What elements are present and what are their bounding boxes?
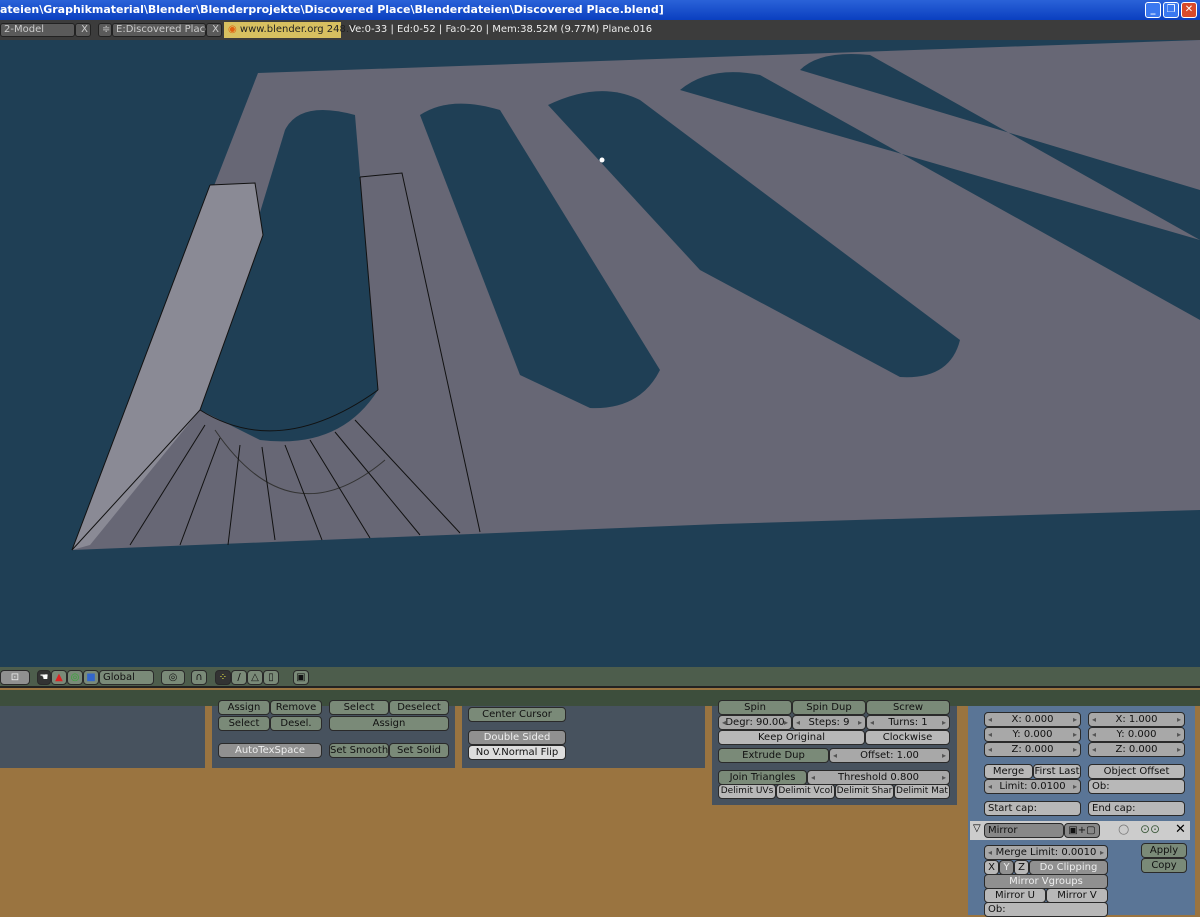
move-up-down-icons[interactable]: ⊙⊙ xyxy=(1140,822,1160,836)
vgroup-select-button[interactable]: Select xyxy=(218,716,270,731)
3d-viewport[interactable] xyxy=(0,40,1200,667)
snap-magnet-icon[interactable]: ∩ xyxy=(191,670,207,685)
keep-original-toggle[interactable]: Keep Original xyxy=(718,730,865,745)
start-cap-field[interactable]: Start cap: xyxy=(984,801,1081,816)
screen-delete-button[interactable]: X xyxy=(75,23,91,37)
degr-field[interactable]: Degr: 90.00 xyxy=(718,715,792,730)
double-sided-toggle[interactable]: Double Sided xyxy=(468,730,566,745)
array-y2-field[interactable]: Y: 0.000 xyxy=(1088,727,1185,742)
face-select-icon[interactable]: △ xyxy=(247,670,263,685)
material-select-button[interactable]: Select xyxy=(329,700,389,715)
vgroup-assign-button[interactable]: Assign xyxy=(218,700,270,715)
set-smooth-button[interactable]: Set Smooth xyxy=(329,743,389,758)
array-z2-field[interactable]: Z: 0.000 xyxy=(1088,742,1185,757)
first-last-toggle[interactable]: First Last xyxy=(1033,764,1081,779)
array-z1-field[interactable]: Z: 0.000 xyxy=(984,742,1081,757)
left-panel xyxy=(0,706,205,768)
delimit-uvs-toggle[interactable]: Delimit UVs xyxy=(718,784,776,799)
array-y1-field[interactable]: Y: 0.000 xyxy=(984,727,1081,742)
minimize-button[interactable]: _ xyxy=(1145,2,1161,18)
delimit-vcol-toggle[interactable]: Delimit Vcol xyxy=(776,784,835,799)
modifier-name-field[interactable]: Mirror xyxy=(984,823,1064,838)
spin-button[interactable]: Spin xyxy=(718,700,792,715)
modifier-display-icons[interactable]: ▣+▢ xyxy=(1064,823,1100,838)
collapse-triangle-icon[interactable]: ▽ xyxy=(973,823,981,834)
material-deselect-button[interactable]: Deselect xyxy=(389,700,449,715)
mirror-x-toggle[interactable]: X xyxy=(984,860,999,875)
vertex-select-icon[interactable]: ⁘ xyxy=(215,670,231,685)
window-title: ateien\Graphikmaterial\Blender\Blenderpr… xyxy=(0,3,664,16)
translate-icon[interactable]: ▲ xyxy=(51,670,67,685)
edge-select-icon[interactable]: / xyxy=(231,670,247,685)
hand-manipulator-icon[interactable]: ☚ xyxy=(37,670,51,685)
window-title-bar: ateien\Graphikmaterial\Blender\Blenderpr… xyxy=(0,0,1200,20)
vgroup-deselect-button[interactable]: Desel. xyxy=(270,716,322,731)
mirror-modifier-header: ▽ Mirror ▣+▢ ○ ⊙⊙ ✕ xyxy=(970,821,1190,840)
orientation-select[interactable]: Global xyxy=(99,670,154,685)
set-solid-button[interactable]: Set Solid xyxy=(389,743,449,758)
close-button[interactable]: ✕ xyxy=(1181,2,1197,18)
link-materials-panel: Assign Remove Select Desel. AutoTexSpace… xyxy=(212,700,455,768)
spin-dup-button[interactable]: Spin Dup xyxy=(792,700,866,715)
scene-stats: Ve:0-33 | Ed:0-52 | Fa:0-20 | Mem:38.52M… xyxy=(349,24,653,35)
mirror-v-toggle[interactable]: Mirror V xyxy=(1046,888,1108,903)
scale-icon[interactable]: ■ xyxy=(83,670,99,685)
copy-button[interactable]: Copy xyxy=(1141,858,1187,873)
merge-limit-field[interactable]: Merge Limit: 0.0010 xyxy=(984,845,1108,860)
buttons-window-header xyxy=(0,690,1200,706)
join-triangles-button[interactable]: Join Triangles xyxy=(718,770,807,785)
occlude-icon[interactable]: ▯ xyxy=(263,670,279,685)
mirror-u-toggle[interactable]: Mirror U xyxy=(984,888,1046,903)
center-cursor-button[interactable]: Center Cursor xyxy=(468,707,566,722)
viewport-header: ⊡ ☚ ▲ ◎ ■ Global ◎ ∩ ⁘ / △ ▯ ▣ xyxy=(0,667,1200,688)
rotate-icon[interactable]: ◎ xyxy=(67,670,83,685)
threshold-field[interactable]: Threshold 0.800 xyxy=(807,770,950,785)
vgroup-remove-button[interactable]: Remove xyxy=(270,700,322,715)
mesh-view xyxy=(71,40,1200,551)
scene-delete-button[interactable]: X xyxy=(206,23,222,37)
mirror-y-toggle[interactable]: Y xyxy=(999,860,1014,875)
array-x1-field[interactable]: X: 0.000 xyxy=(984,712,1081,727)
object-offset-toggle[interactable]: Object Offset xyxy=(1088,764,1185,779)
info-header: 2-Model X ≑ E:Discovered Place X ◉ www.b… xyxy=(0,20,1200,40)
autotexspace-button[interactable]: AutoTexSpace xyxy=(218,743,322,758)
scene-select[interactable]: E:Discovered Place xyxy=(112,23,211,37)
no-vnormal-flip-toggle[interactable]: No V.Normal Flip xyxy=(468,745,566,760)
mirror-z-toggle[interactable]: Z xyxy=(1014,860,1029,875)
modifiers-panel: X: 0.000 Y: 0.000 Z: 0.000 X: 1.000 Y: 0… xyxy=(968,706,1195,917)
offset-object-field[interactable]: Ob: xyxy=(1088,779,1185,794)
turns-field[interactable]: Turns: 1 xyxy=(866,715,950,730)
merge-toggle[interactable]: Merge xyxy=(984,764,1033,779)
version-text: www.blender.org 248.1 xyxy=(239,24,356,35)
pivot-icon[interactable]: ◎ xyxy=(161,670,185,685)
blender-version-link[interactable]: ◉ www.blender.org 248.1 xyxy=(224,22,355,38)
limit-field[interactable]: Limit: 0.0100 xyxy=(984,779,1081,794)
render-icon[interactable]: ▣ xyxy=(293,670,309,685)
mesh-tools-panel: Spin Spin Dup Screw Degr: 90.00 Steps: 9… xyxy=(712,700,957,805)
extrude-dup-button[interactable]: Extrude Dup xyxy=(718,748,829,763)
do-clipping-toggle[interactable]: Do Clipping xyxy=(1029,860,1108,875)
remove-modifier-icon[interactable]: ✕ xyxy=(1175,822,1186,837)
scene-menu-icon[interactable]: ≑ xyxy=(98,23,112,37)
apply-button[interactable]: Apply xyxy=(1141,843,1187,858)
screw-button[interactable]: Screw xyxy=(866,700,950,715)
blender-logo-icon: ◉ xyxy=(228,24,237,35)
material-assign-button[interactable]: Assign xyxy=(329,716,449,731)
restore-button[interactable]: ❐ xyxy=(1163,2,1179,18)
mirror-vgroups-toggle[interactable]: Mirror Vgroups xyxy=(984,874,1108,889)
3d-cursor xyxy=(599,157,605,163)
delimit-mat-toggle[interactable]: Delimit Mat xyxy=(894,784,950,799)
cage-circle-icon[interactable]: ○ xyxy=(1118,822,1129,837)
mesh-panel: Center Cursor Double Sided No V.Normal F… xyxy=(462,706,705,768)
screen-select[interactable]: 2-Model xyxy=(0,23,75,37)
clockwise-toggle[interactable]: Clockwise xyxy=(865,730,950,745)
end-cap-field[interactable]: End cap: xyxy=(1088,801,1185,816)
array-x2-field[interactable]: X: 1.000 xyxy=(1088,712,1185,727)
steps-field[interactable]: Steps: 9 xyxy=(792,715,866,730)
offset-field[interactable]: Offset: 1.00 xyxy=(829,748,950,763)
view-mode-button[interactable]: ⊡ xyxy=(0,670,30,685)
delimit-sharp-toggle[interactable]: Delimit Shar xyxy=(835,784,894,799)
